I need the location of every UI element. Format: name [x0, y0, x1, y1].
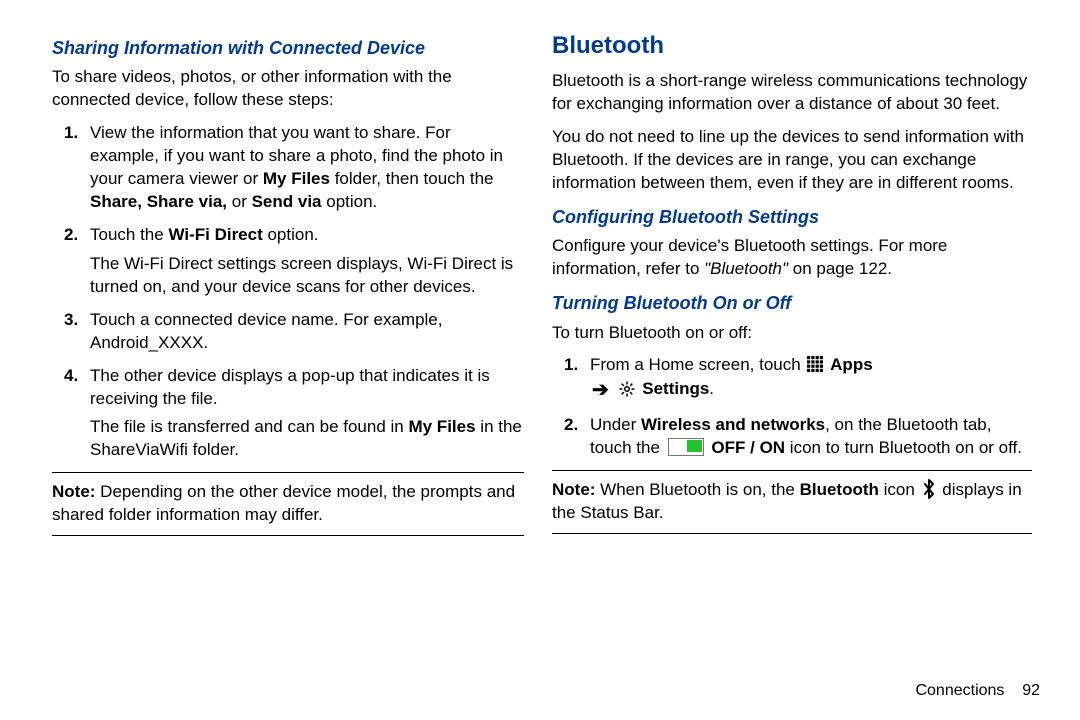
settings-gear-icon [618, 380, 636, 398]
left-note: Note: Depending on the other device mode… [52, 481, 524, 527]
apps-label: Apps [830, 355, 873, 374]
left-steps: 1. View the information that you want to… [52, 122, 524, 462]
right-step-2: 2. Under Wireless and networks, on the B… [552, 414, 1032, 460]
config-para: Configure your device's Bluetooth settin… [552, 235, 1032, 281]
right-step-1: 1. From a Home screen, touch Apps ➔ S [552, 354, 1032, 404]
left-step-2: 2. Touch the Wi-Fi Direct option. The Wi… [52, 224, 524, 299]
heading-turn: Turning Bluetooth On or Off [552, 291, 1032, 315]
turn-intro: To turn Bluetooth on or off: [552, 322, 1032, 345]
arrow-right-icon: ➔ [592, 377, 609, 404]
toggle-icon [668, 438, 704, 456]
divider [552, 470, 1032, 471]
left-heading: Sharing Information with Connected Devic… [52, 36, 524, 60]
left-step-3: 3. Touch a connected device name. For ex… [52, 309, 524, 355]
apps-grid-icon [807, 356, 823, 372]
right-steps: 1. From a Home screen, touch Apps ➔ S [552, 354, 1032, 460]
divider [552, 533, 1032, 534]
right-p1: Bluetooth is a short-range wireless comm… [552, 70, 1032, 116]
bluetooth-icon [922, 479, 936, 497]
right-title: Bluetooth [552, 30, 1032, 62]
heading-config: Configuring Bluetooth Settings [552, 205, 1032, 229]
divider [52, 472, 524, 473]
right-p2: You do not need to line up the devices t… [552, 126, 1032, 195]
settings-label: Settings [642, 379, 709, 398]
right-note: Note: When Bluetooth is on, the Bluetoot… [552, 479, 1032, 525]
left-step-1: 1. View the information that you want to… [52, 122, 524, 214]
left-intro: To share videos, photos, or other inform… [52, 66, 524, 112]
divider [52, 535, 524, 536]
page-footer: Connections 92 [915, 680, 1040, 702]
left-step-4: 4. The other device displays a pop-up th… [52, 365, 524, 463]
